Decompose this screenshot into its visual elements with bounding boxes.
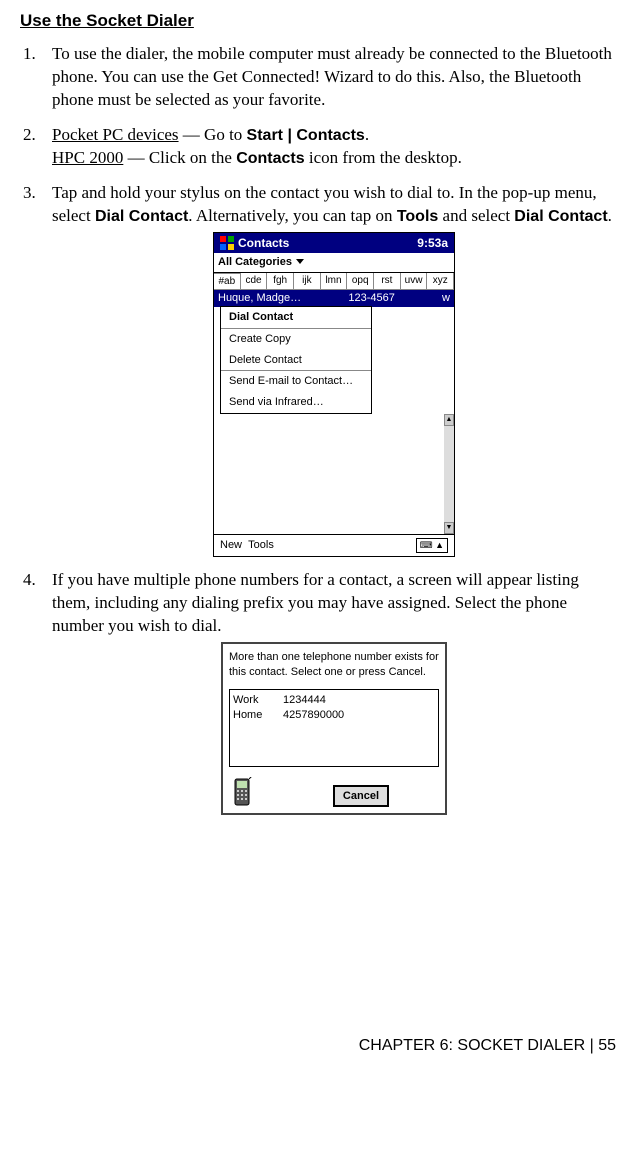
number-value: 4257890000: [283, 708, 344, 723]
dial-contact-bold-2: Dial Contact: [514, 208, 607, 225]
hpc-label: HPC 2000: [52, 148, 123, 167]
alpha-tab[interactable]: opq: [347, 273, 374, 290]
new-button[interactable]: New: [220, 539, 242, 551]
dialog-bottom: Cancel: [229, 777, 439, 807]
start-contacts-bold: Start | Contacts: [247, 127, 365, 144]
step-2: Pocket PC devices — Go to Start | Contac…: [40, 124, 616, 170]
step-1: To use the dialer, the mobile computer m…: [40, 43, 616, 112]
text: — Click on the: [123, 148, 236, 167]
tools-button[interactable]: Tools: [248, 539, 274, 551]
phone-icon: [229, 777, 255, 807]
menu-create-copy[interactable]: Create Copy: [221, 329, 371, 350]
alpha-tabs: #ab cde fgh ijk lmn opq rst uvw xyz: [214, 273, 454, 291]
categories-dropdown[interactable]: All Categories: [214, 253, 454, 273]
steps-list: To use the dialer, the mobile computer m…: [20, 43, 616, 816]
menu-delete-contact[interactable]: Delete Contact: [221, 350, 371, 371]
cancel-button[interactable]: Cancel: [333, 785, 389, 808]
windows-start-icon: [220, 236, 234, 250]
number-value: 1234444: [283, 693, 326, 708]
contact-name: Huque, Madge…: [218, 291, 301, 306]
selected-contact-row[interactable]: Huque, Madge… 123-4567 w: [214, 290, 454, 307]
alpha-tab[interactable]: cde: [241, 273, 268, 290]
section-title: Use the Socket Dialer: [20, 10, 616, 33]
dialog-message: More than one telephone number exists fo…: [229, 650, 439, 680]
alpha-tab[interactable]: fgh: [267, 273, 294, 290]
alpha-tab[interactable]: ijk: [294, 273, 321, 290]
text: .: [608, 206, 612, 225]
bottom-bar-left: New Tools: [220, 538, 274, 553]
titlebar: Contacts 9:53a: [214, 233, 454, 253]
alpha-tab[interactable]: xyz: [427, 273, 454, 290]
list-blank-area: ▲ ▼: [214, 414, 454, 534]
contacts-screenshot: Contacts 9:53a All Categories #ab cde fg…: [213, 232, 455, 557]
titlebar-left: Contacts: [220, 235, 289, 251]
keyboard-icon[interactable]: ⌨ ▲: [416, 538, 448, 552]
number-select-screenshot: More than one telephone number exists fo…: [221, 642, 447, 816]
text: .: [365, 125, 369, 144]
step-4-text: If you have multiple phone numbers for a…: [52, 570, 579, 635]
menu-send-infrared[interactable]: Send via Infrared…: [221, 392, 371, 413]
scroll-up-icon[interactable]: ▲: [444, 414, 454, 426]
alpha-tab[interactable]: #ab: [214, 273, 241, 290]
contact-type: w: [442, 291, 450, 306]
scrollbar[interactable]: ▲ ▼: [444, 414, 454, 534]
bottom-bar: New Tools ⌨ ▲: [214, 534, 454, 556]
number-label: Home: [233, 708, 283, 723]
contact-number: 123-4567: [348, 291, 395, 306]
text: — Go to: [179, 125, 247, 144]
dial-contact-bold: Dial Contact: [95, 208, 188, 225]
alpha-tab[interactable]: lmn: [321, 273, 348, 290]
categories-label: All Categories: [218, 256, 292, 268]
number-label: Work: [233, 693, 283, 708]
chevron-down-icon: [296, 259, 304, 264]
number-list-box[interactable]: Work 1234444 Home 4257890000: [229, 689, 439, 767]
step-4: If you have multiple phone numbers for a…: [40, 569, 616, 816]
titlebar-time: 9:53a: [417, 235, 448, 251]
pocket-pc-label: Pocket PC devices: [52, 125, 179, 144]
alpha-tab[interactable]: rst: [374, 273, 401, 290]
menu-dial-contact[interactable]: Dial Contact: [221, 307, 371, 328]
text: and select: [438, 206, 514, 225]
number-row[interactable]: Work 1234444: [233, 693, 435, 708]
number-row[interactable]: Home 4257890000: [233, 708, 435, 723]
alpha-tab[interactable]: uvw: [401, 273, 428, 290]
text: icon from the desktop.: [305, 148, 462, 167]
contacts-bold: Contacts: [236, 150, 304, 167]
app-title: Contacts: [238, 236, 289, 250]
tools-bold: Tools: [397, 208, 438, 225]
step-3: Tap and hold your stylus on the contact …: [40, 182, 616, 557]
menu-send-email[interactable]: Send E-mail to Contact…: [221, 371, 371, 392]
page-footer: CHAPTER 6: SOCKET DIALER | 55: [20, 1035, 616, 1057]
context-menu: Dial Contact Create Copy Delete Contact …: [220, 306, 372, 414]
text: . Alternatively, you can tap on: [188, 206, 397, 225]
scroll-down-icon[interactable]: ▼: [444, 522, 454, 534]
